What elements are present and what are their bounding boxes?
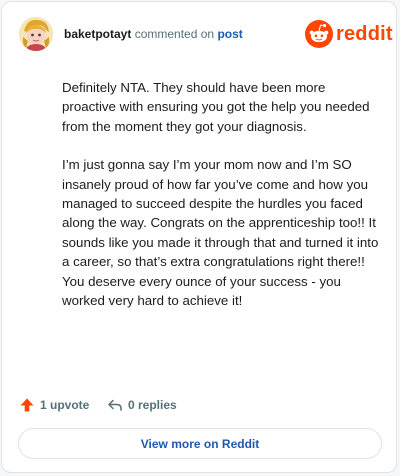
comment-header: baketpotayt commented on post reddit [19, 17, 393, 53]
reply-icon[interactable] [107, 397, 123, 413]
reddit-wordmark: reddit [336, 23, 393, 45]
comment-paragraph-1: Definitely NTA. They should have been mo… [62, 80, 370, 134]
replies-action[interactable]: 0 replies [107, 395, 177, 415]
upvote-count: 1 upvote [40, 398, 90, 412]
upvote-action[interactable]: 1 upvote [19, 395, 89, 415]
comment-body: Definitely NTA. They should have been mo… [62, 78, 382, 329]
view-more-button[interactable]: View more on Reddit [18, 428, 382, 459]
reply-count: 0 replies [128, 398, 177, 412]
comment-actions: 1 upvote 0 replies [19, 395, 319, 415]
reddit-logo[interactable]: reddit [305, 19, 393, 49]
username[interactable]: baketpotayt [64, 27, 131, 41]
action-text: commented on [134, 27, 215, 41]
comment-embed-card: baketpotayt commented on post reddit Def… [1, 1, 397, 473]
header-text: baketpotayt commented on post [64, 27, 243, 41]
post-link[interactable]: post [217, 27, 242, 41]
reddit-snoo-icon [305, 20, 333, 48]
comment-paragraph-2: I’m just gonna say I’m your mom now and … [62, 157, 379, 309]
avatar-image [19, 17, 53, 51]
upvote-arrow-icon[interactable] [19, 397, 35, 413]
user-avatar[interactable] [19, 17, 53, 51]
